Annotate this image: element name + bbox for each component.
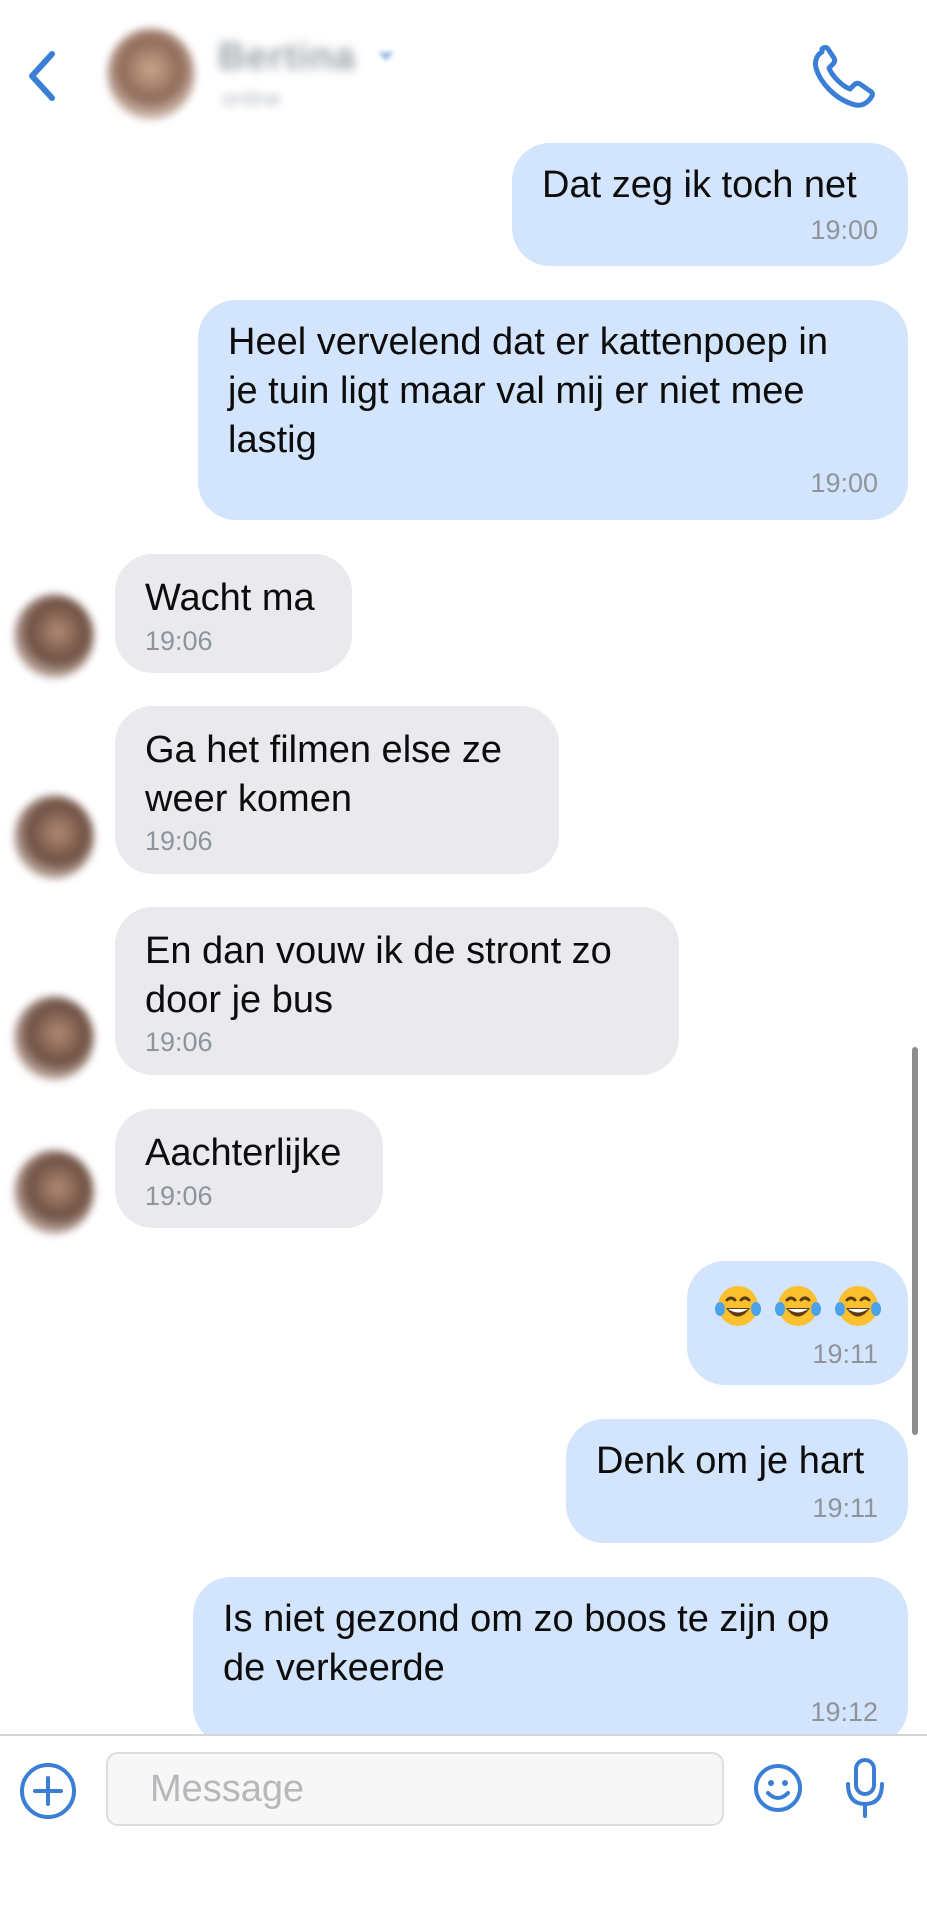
message-bubble-outgoing[interactable]: Heel vervelend dat er kattenpoep in je t… <box>198 300 908 520</box>
sender-avatar[interactable] <box>14 594 94 678</box>
emoji-row <box>715 1283 881 1329</box>
message-text: Ga het filmen else ze weer komen <box>145 729 502 820</box>
message-bubble-incoming[interactable]: Ga het filmen else ze weer komen 19:06 <box>115 706 559 874</box>
message-timestamp: 19:06 <box>145 626 213 656</box>
back-chevron-icon[interactable] <box>22 48 66 104</box>
face-with-tears-of-joy-icon <box>775 1286 821 1326</box>
message-bubble-incoming[interactable]: En dan vouw ik de stront zo door je bus … <box>115 907 679 1075</box>
message-input[interactable] <box>108 1754 722 1824</box>
message-text: Dat zeg ik toch net <box>542 164 857 206</box>
message-bubble-outgoing[interactable]: Is niet gezond om zo boos te zijn op de … <box>193 1577 908 1745</box>
message-timestamp: 19:11 <box>812 1339 878 1369</box>
message-text: En dan vouw ik de stront zo door je bus <box>145 930 612 1021</box>
contact-status: online <box>222 86 281 111</box>
contact-avatar[interactable] <box>107 28 195 120</box>
phone-icon[interactable] <box>808 44 884 112</box>
message-timestamp: 19:06 <box>145 826 213 856</box>
sender-avatar[interactable] <box>14 996 94 1080</box>
message-timestamp: 19:00 <box>810 215 878 245</box>
message-bubble-incoming[interactable]: Aachterlijke 19:06 <box>115 1109 383 1228</box>
sender-avatar[interactable] <box>14 1150 94 1234</box>
microphone-icon[interactable] <box>843 1756 887 1820</box>
message-timestamp: 19:00 <box>810 468 878 498</box>
message-timestamp: 19:11 <box>812 1493 878 1523</box>
emoji-icon[interactable] <box>752 1762 804 1814</box>
message-bubble-outgoing[interactable]: Dat zeg ik toch net 19:00 <box>512 143 908 266</box>
face-with-tears-of-joy-icon <box>715 1286 761 1326</box>
message-text: Wacht ma <box>145 577 315 619</box>
contact-name[interactable]: Bertina <box>218 36 356 79</box>
chevron-down-icon[interactable] <box>376 50 396 64</box>
message-timestamp: 19:06 <box>145 1027 213 1057</box>
message-text: Denk om je hart <box>596 1440 865 1482</box>
face-with-tears-of-joy-icon <box>835 1286 881 1326</box>
message-timestamp: 19:12 <box>810 1697 878 1727</box>
message-bubble-incoming[interactable]: Wacht ma 19:06 <box>115 554 352 673</box>
chat-header: Bertina online <box>0 0 927 130</box>
message-input-field[interactable] <box>106 1752 724 1826</box>
sender-avatar[interactable] <box>14 795 94 879</box>
scrollbar[interactable] <box>912 1047 918 1435</box>
message-text: Heel vervelend dat er kattenpoep in je t… <box>228 321 828 461</box>
message-timestamp: 19:06 <box>145 1181 213 1211</box>
message-bubble-outgoing[interactable]: 19:11 <box>687 1261 908 1385</box>
message-bubble-outgoing[interactable]: Denk om je hart 19:11 <box>566 1419 908 1543</box>
message-text: Is niet gezond om zo boos te zijn op de … <box>223 1598 830 1689</box>
message-text: Aachterlijke <box>145 1132 342 1174</box>
plus-icon[interactable] <box>18 1761 78 1821</box>
